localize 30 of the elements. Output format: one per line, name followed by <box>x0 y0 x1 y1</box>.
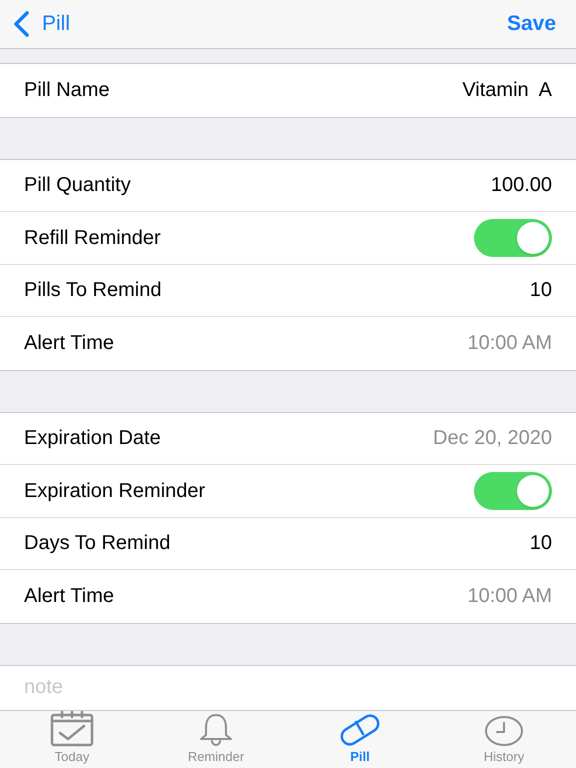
tab-item[interactable]: Today <box>0 710 144 768</box>
row-label: Pill Quantity <box>24 173 131 198</box>
note-field[interactable]: note <box>0 664 576 710</box>
row-value[interactable]: 10:00 AM <box>467 328 552 358</box>
row-value: 100.00 <box>490 173 552 198</box>
tab-item[interactable]: History <box>432 710 576 768</box>
save-button[interactable]: Save <box>506 8 564 40</box>
row-label: Expiration Date <box>24 426 161 452</box>
row-value: 10 <box>530 278 552 304</box>
row-value[interactable]: Dec 20, 2020 <box>433 423 552 454</box>
row-value: Vitamin A <box>462 78 552 104</box>
row-value: 10 <box>530 531 552 556</box>
chevron-left-icon <box>12 11 30 37</box>
row-label: Alert Time <box>24 584 114 610</box>
row-label: Days To Remind <box>24 531 170 556</box>
calendar-icon <box>50 710 94 746</box>
toggle-switch[interactable] <box>474 218 552 257</box>
row-label: Pills To Remind <box>24 278 162 304</box>
row-label: Pill Name <box>24 78 110 104</box>
row-value[interactable]: 10:00 AM <box>467 581 552 612</box>
toggle-switch[interactable] <box>474 472 552 510</box>
tab-item[interactable]: Reminder <box>144 710 288 768</box>
tab-item[interactable]: Pill <box>288 710 432 768</box>
pill-icon <box>338 712 382 746</box>
row-label: Refill Reminder <box>24 226 161 251</box>
back-button[interactable]: Pill <box>12 8 70 40</box>
clock-icon <box>484 714 524 746</box>
bell-icon <box>197 712 235 746</box>
row-label: Expiration Reminder <box>24 478 206 504</box>
row-label: Alert Time <box>24 331 114 356</box>
